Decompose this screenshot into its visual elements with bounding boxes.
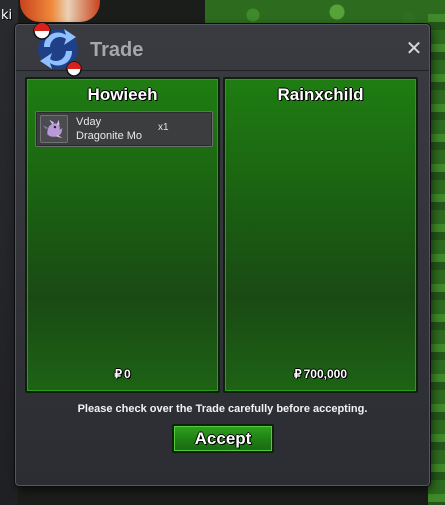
trader-name: Howieeh [87, 85, 158, 104]
trade-window: Trade ✕ Howieeh Vday Dragonite Mo x1 ₽ 0… [15, 22, 430, 486]
accept-button[interactable]: Accept [172, 424, 274, 453]
money-amount: 700,000 [303, 367, 348, 381]
trade-item-name-line2: Dragonite Mo [76, 130, 143, 142]
trader-panel-rainxchild: Rainxchild ₽700,000 [223, 77, 418, 393]
trade-item-slot[interactable]: Vday Dragonite Mo x1 [35, 111, 213, 147]
trader-money: ₽700,000 [225, 367, 416, 381]
money-amount: 0 [123, 367, 131, 381]
trade-notice: Please check over the Trade carefully be… [77, 403, 368, 415]
trade-arrows-icon [33, 22, 82, 77]
game-world-foliage-right [428, 0, 445, 505]
window-title: Trade [90, 39, 144, 61]
dragonite-item-icon [40, 115, 68, 143]
close-button[interactable]: ✕ [405, 38, 423, 58]
trade-titlebar[interactable]: Trade ✕ [16, 22, 429, 77]
trader-panel-howieeh: Howieeh Vday Dragonite Mo x1 ₽0 [25, 77, 220, 393]
trade-item-name-line1: Vday [76, 116, 102, 128]
trader-money: ₽0 [27, 367, 218, 381]
trade-item-quantity: x1 [158, 122, 169, 133]
trader-name: Rainxchild [277, 85, 364, 104]
currency-symbol: ₽ [293, 367, 302, 381]
currency-symbol: ₽ [114, 367, 122, 381]
player-name-fragment: ki [1, 8, 13, 23]
trade-item-name: Vday Dragonite Mo [76, 115, 160, 143]
